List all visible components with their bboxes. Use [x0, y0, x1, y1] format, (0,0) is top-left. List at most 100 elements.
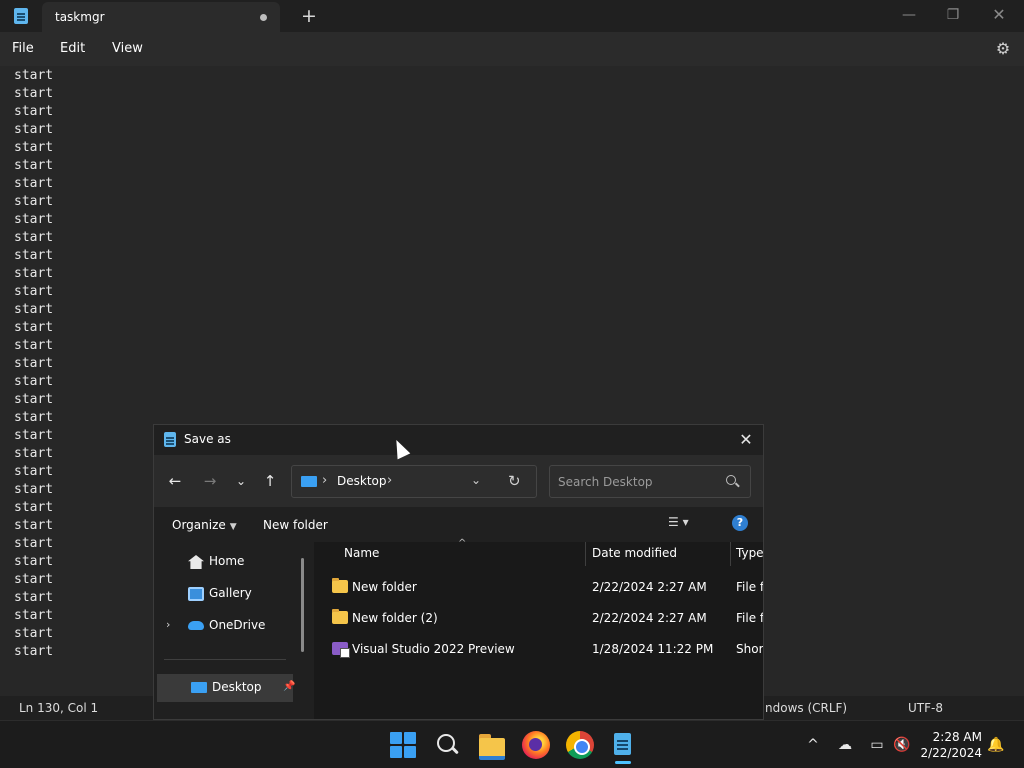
address-bar[interactable]: › Desktop › ⌄ ↻ — [291, 465, 537, 498]
notepad-menubar: File Edit View ⚙ — [0, 32, 1024, 66]
breadcrumb-desktop[interactable]: Desktop — [337, 474, 387, 488]
dialog-navigation-bar: ← → ⌄ ↑ › Desktop › ⌄ ↻ — [154, 455, 763, 507]
breadcrumb-separator-icon[interactable]: › — [322, 473, 327, 488]
unsaved-indicator-icon[interactable] — [260, 14, 267, 21]
editor-lines: start start start start start start start start… — [14, 67, 53, 661]
column-divider[interactable] — [585, 542, 586, 566]
desktop-screen: taskmgr + — ❐ ✕ File Edit View ⚙ start st… — [0, 0, 1024, 768]
notepad-tab-title: taskmgr — [55, 10, 105, 24]
nav-item-label: Home — [209, 554, 245, 568]
new-tab-button[interactable]: + — [300, 4, 318, 28]
encoding-status[interactable]: UTF-8 — [908, 701, 943, 715]
expand-chevron-icon[interactable]: › — [166, 618, 170, 631]
onedrive-tray-icon[interactable]: ☁ — [834, 734, 856, 756]
file-row[interactable]: Visual Studio 2022 Preview 1/28/2024 11:… — [314, 636, 763, 664]
network-icon[interactable]: ▭ — [866, 734, 888, 756]
save-as-dialog: Save as ✕ ← → ⌄ ↑ › Desktop › ⌄ ↻ Organi… — [153, 424, 764, 720]
clock[interactable]: 2:28 AM 2/22/2024 — [916, 729, 982, 761]
dialog-title: Save as — [184, 432, 231, 446]
close-window-button[interactable]: ✕ — [976, 0, 1022, 30]
menu-view[interactable]: View — [112, 41, 143, 56]
editor-line: start — [14, 104, 54, 119]
chrome-icon[interactable] — [566, 731, 594, 759]
folder-icon — [332, 609, 348, 624]
search-input[interactable] — [558, 473, 718, 491]
forward-arrow-icon[interactable]: → — [199, 471, 221, 491]
volume-muted-icon[interactable]: 🔇 — [891, 734, 913, 756]
editor-line: start — [14, 410, 54, 425]
notepad-titlebar: taskmgr + — ❐ ✕ — [0, 0, 1024, 32]
cursor-position-status[interactable]: Ln 130, Col 1 — [19, 701, 98, 715]
editor-line: start — [14, 194, 54, 209]
search-icon[interactable] — [726, 475, 736, 485]
editor-line: start — [14, 320, 54, 335]
editor-line: start — [14, 482, 54, 497]
file-type: File fo — [736, 580, 764, 594]
editor-line: start — [14, 140, 54, 155]
search-box[interactable] — [549, 465, 751, 498]
active-app-indicator — [615, 761, 631, 764]
editor-line: start — [14, 644, 54, 659]
firefox-icon[interactable] — [522, 731, 550, 759]
nav-item-label: OneDrive — [209, 618, 266, 632]
notifications-bell-icon[interactable]: 🔔 — [985, 734, 1007, 756]
file-name: New folder — [352, 580, 417, 594]
minimize-button[interactable]: — — [886, 0, 932, 30]
menu-edit[interactable]: Edit — [60, 41, 85, 56]
notepad-taskbar-icon[interactable] — [609, 731, 635, 759]
show-hidden-icons-chevron-icon[interactable]: ^ — [802, 734, 824, 756]
column-header-type[interactable]: Type — [736, 546, 763, 560]
editor-line: start — [14, 230, 54, 245]
column-header-date[interactable]: Date modified — [592, 546, 677, 560]
editor-line: start — [14, 500, 54, 515]
nav-pane-divider — [164, 659, 286, 660]
dialog-command-bar: Organize ▼ New folder ☰ ▾ ? — [154, 507, 763, 542]
breadcrumb-chevron-icon[interactable]: › — [387, 473, 392, 488]
nav-item-label: Gallery — [209, 586, 252, 600]
view-options-icon[interactable]: ☰ ▾ — [668, 515, 708, 533]
recent-locations-chevron-icon[interactable]: ⌄ — [230, 471, 252, 491]
editor-line: start — [14, 122, 54, 137]
nav-item-label: Desktop — [212, 680, 262, 694]
editor-line: start — [14, 518, 54, 533]
line-ending-status[interactable]: ndows (CRLF) — [765, 701, 847, 715]
gallery-icon — [188, 587, 204, 601]
up-arrow-icon[interactable]: ↑ — [259, 471, 281, 491]
nav-item-onedrive[interactable]: › OneDrive — [154, 612, 304, 640]
home-icon — [188, 555, 204, 569]
nav-item-desktop[interactable]: Desktop 📌 — [157, 674, 296, 702]
menu-file[interactable]: File — [12, 41, 34, 56]
new-folder-button[interactable]: New folder — [263, 518, 328, 532]
notepad-tab[interactable]: taskmgr — [42, 2, 280, 32]
start-windows-icon[interactable] — [389, 731, 417, 759]
file-explorer-icon[interactable] — [478, 731, 506, 760]
dialog-titlebar[interactable]: Save as ✕ — [154, 425, 763, 455]
organize-button[interactable]: Organize ▼ — [172, 518, 237, 532]
settings-gear-icon[interactable]: ⚙ — [993, 39, 1013, 59]
refresh-icon[interactable]: ↻ — [508, 472, 521, 490]
dialog-close-button[interactable]: ✕ — [732, 428, 760, 452]
nav-item-gallery[interactable]: Gallery — [154, 580, 304, 608]
file-row[interactable]: New folder 2/22/2024 2:27 AM File fo — [314, 574, 763, 602]
help-icon[interactable]: ? — [732, 515, 748, 531]
file-row[interactable]: New folder (2) 2/22/2024 2:27 AM File fo — [314, 605, 763, 633]
nav-pane-scrollbar[interactable] — [301, 558, 304, 652]
address-dropdown-icon[interactable]: ⌄ — [471, 473, 481, 487]
nav-item-home[interactable]: Home — [154, 548, 304, 576]
pin-icon: 📌 — [283, 681, 296, 692]
file-list: ^ Name Date modified Type New folder 2/2… — [314, 538, 763, 719]
file-date: 2/22/2024 2:27 AM — [592, 580, 707, 594]
taskbar-search-icon[interactable] — [434, 731, 462, 759]
column-divider[interactable] — [730, 542, 731, 566]
column-header-name[interactable]: Name — [344, 546, 379, 560]
caret-down-icon: ▼ — [229, 522, 237, 532]
maximize-button[interactable]: ❐ — [930, 0, 976, 30]
back-arrow-icon[interactable]: ← — [164, 471, 186, 491]
editor-line: start — [14, 536, 54, 551]
editor-line: start — [14, 590, 54, 605]
editor-line: start — [14, 554, 54, 569]
editor-line: start — [14, 572, 54, 587]
editor-line: start — [14, 338, 54, 353]
organize-label: Organize — [172, 518, 226, 532]
clock-time: 2:28 AM — [932, 730, 982, 744]
